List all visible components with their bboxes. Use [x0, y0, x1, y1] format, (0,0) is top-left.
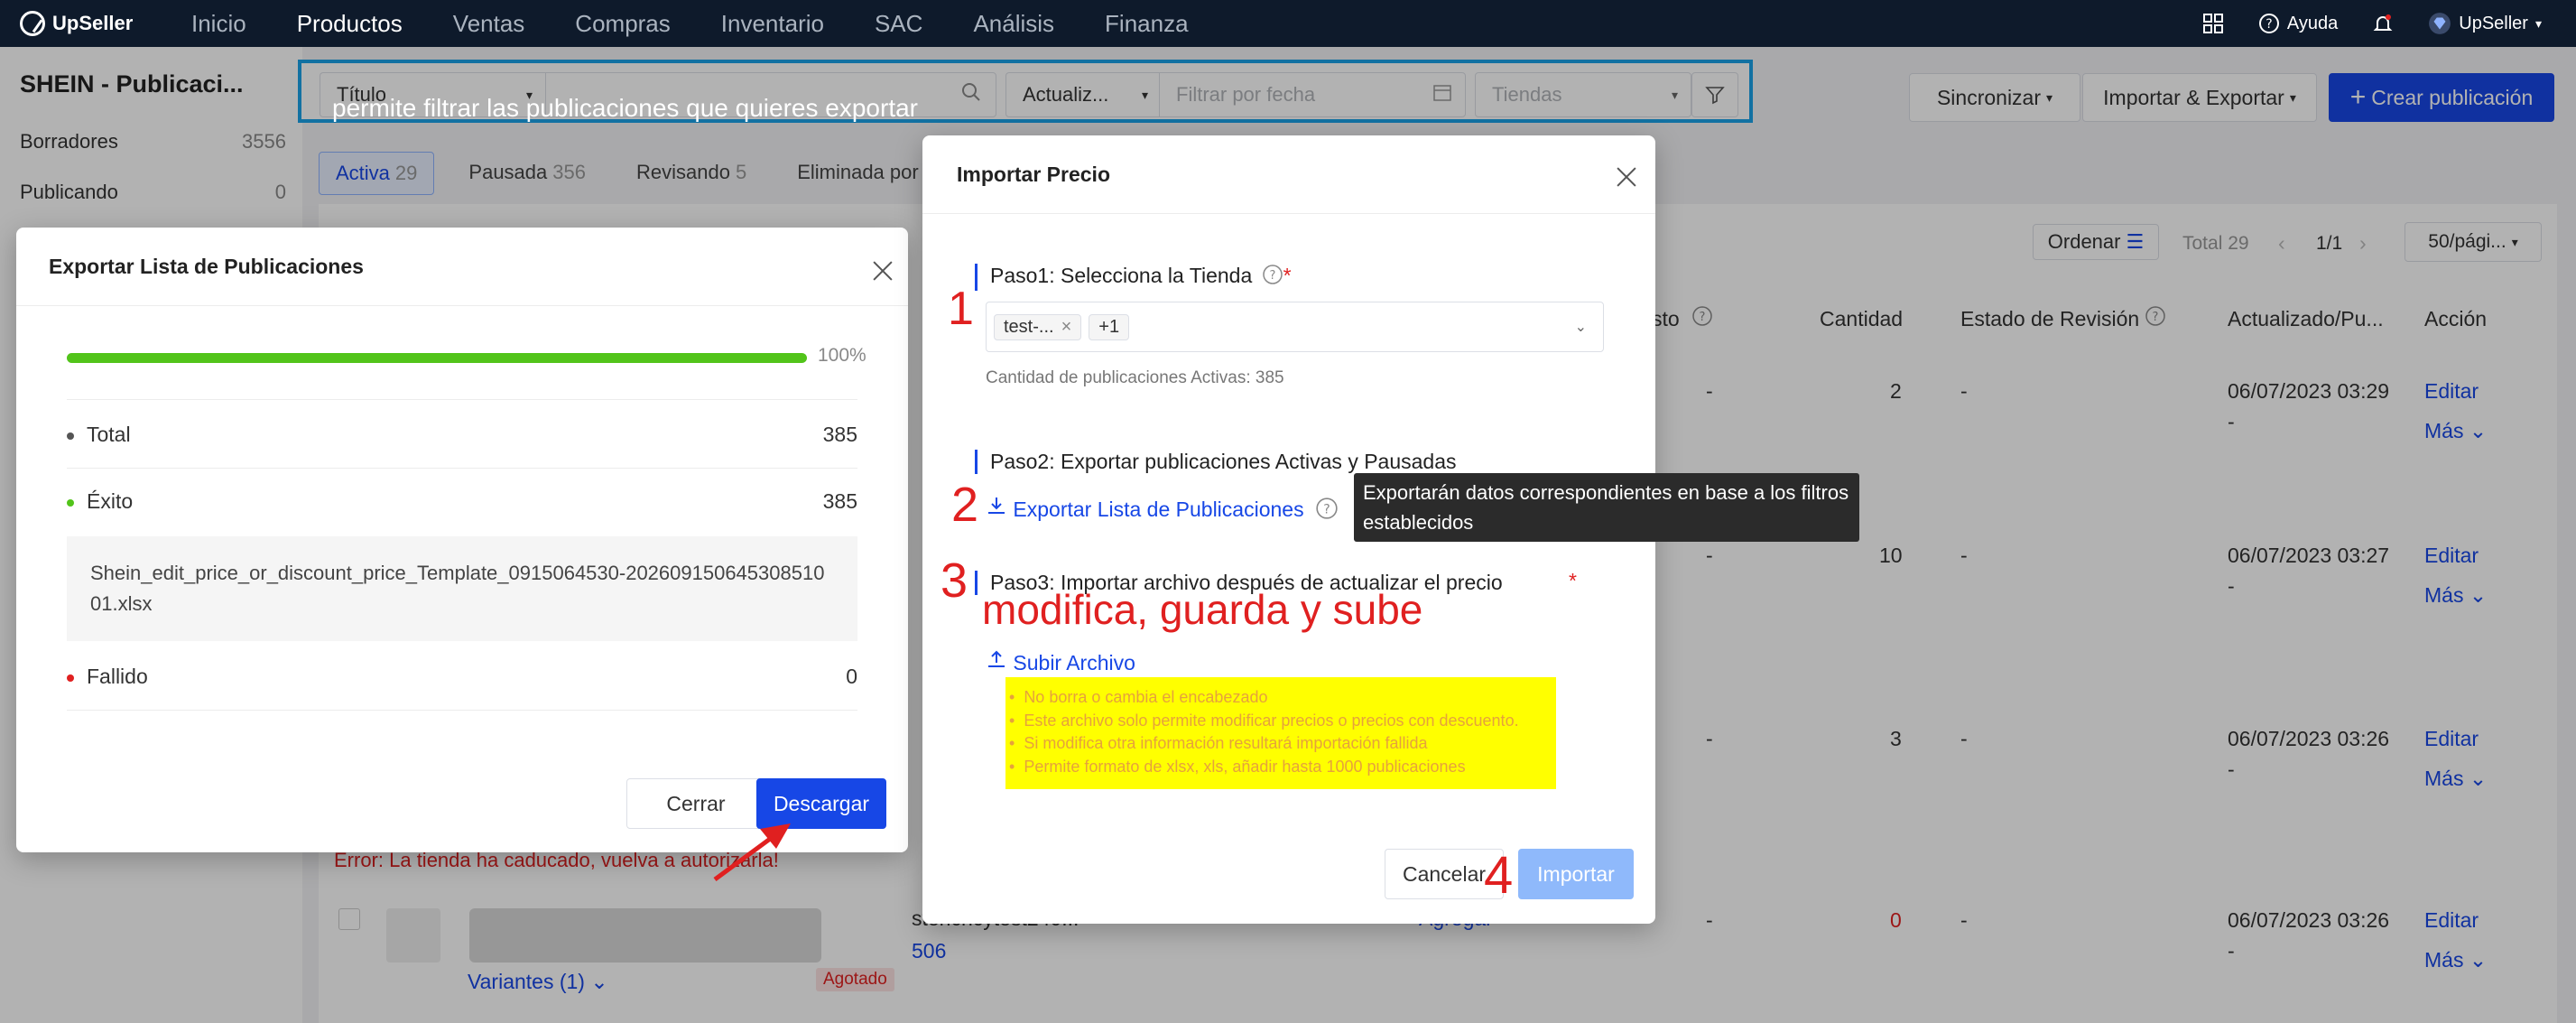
- diamond-icon: [2429, 13, 2451, 34]
- step2-label: Paso2: Exportar publicaciones Activas y …: [975, 450, 1457, 474]
- stat-failed: Fallido 0: [67, 665, 857, 689]
- nav-ventas[interactable]: Ventas: [453, 10, 525, 38]
- export-file-box: Shein_edit_price_or_discount_price_Templ…: [67, 536, 857, 641]
- help-icon: ?: [2258, 14, 2279, 33]
- nav-finanza[interactable]: Finanza: [1105, 10, 1189, 38]
- store-chip[interactable]: test-... ×: [994, 313, 1082, 340]
- modal-title: Importar Precio: [957, 163, 1110, 186]
- filter-annotation: permite filtrar las publicaciones que qu…: [332, 94, 918, 122]
- account-menu[interactable]: UpSeller ▾: [2428, 12, 2542, 35]
- modal-title: Exportar Lista de Publicaciones: [49, 255, 364, 278]
- nav-inicio[interactable]: Inicio: [191, 10, 246, 38]
- export-tooltip: Exportarán datos correspondientes en bas…: [1354, 473, 1859, 542]
- active-count-text: Cantidad de publicaciones Activas: 385: [986, 368, 1284, 387]
- export-list-link[interactable]: Exportar Lista de Publicaciones ?: [986, 495, 1339, 525]
- brand-logo[interactable]: UpSeller: [20, 11, 191, 36]
- download-icon: [986, 498, 1013, 521]
- required-mark: *: [1569, 569, 1577, 592]
- step1-label: Paso1: Selecciona la Tienda ? *: [975, 264, 1292, 291]
- svg-text:?: ?: [1269, 269, 1275, 283]
- store-multiselect[interactable]: test-... × +1 ⌄: [986, 302, 1604, 352]
- close-icon[interactable]: [1614, 164, 1639, 190]
- progress-percent: 100%: [818, 345, 866, 366]
- import-button[interactable]: Importar: [1518, 849, 1634, 899]
- annotation-step-4: 4: [1484, 846, 1514, 905]
- chevron-down-icon: ▾: [2534, 15, 2542, 31]
- nav-compras[interactable]: Compras: [575, 10, 670, 38]
- progress-fill: [67, 353, 807, 363]
- nav-sac[interactable]: SAC: [875, 10, 922, 38]
- help-label: Ayuda: [2286, 13, 2339, 33]
- nav-inventario[interactable]: Inventario: [721, 10, 824, 38]
- apps-grid-icon[interactable]: [2202, 13, 2224, 34]
- upload-file-link[interactable]: Subir Archivo: [986, 648, 1135, 675]
- notifications-bell-icon[interactable]: [2372, 13, 2394, 34]
- annotation-step-1: 1: [948, 283, 974, 335]
- annotation-instruction: modifica, guarda y sube: [982, 586, 1423, 633]
- chevron-down-icon: ⌄: [1574, 320, 1587, 335]
- export-filename[interactable]: Shein_edit_price_or_discount_price_Templ…: [67, 536, 857, 641]
- chip-close-icon: ×: [1061, 316, 1072, 337]
- arrow-annotation-icon: [713, 823, 791, 882]
- svg-text:?: ?: [1323, 502, 1330, 516]
- upload-notes: No borra o cambia el encabezado Este arc…: [1005, 677, 1556, 789]
- question-icon: ?: [1262, 264, 1283, 291]
- help-menu[interactable]: ? Ayuda: [2258, 13, 2338, 34]
- annotation-step-3: 3: [941, 553, 968, 608]
- close-icon[interactable]: [870, 258, 895, 284]
- upload-icon: [986, 650, 1013, 674]
- account-name: UpSeller: [2459, 13, 2528, 33]
- export-progress-bar: [67, 353, 807, 363]
- brand-name: UpSeller: [52, 12, 134, 34]
- stat-success: Éxito 385: [67, 489, 857, 514]
- upseller-logo-icon: [20, 11, 45, 36]
- nav-productos[interactable]: Productos: [297, 10, 403, 38]
- nav-analisis[interactable]: Análisis: [973, 10, 1054, 38]
- annotation-step-2: 2: [951, 478, 979, 532]
- top-nav: UpSeller Inicio Productos Ventas Compras…: [0, 0, 2576, 47]
- svg-text:?: ?: [2266, 17, 2272, 32]
- store-more-chip: +1: [1089, 313, 1130, 340]
- question-icon: ?: [1315, 497, 1339, 525]
- stat-total: Total 385: [67, 423, 857, 447]
